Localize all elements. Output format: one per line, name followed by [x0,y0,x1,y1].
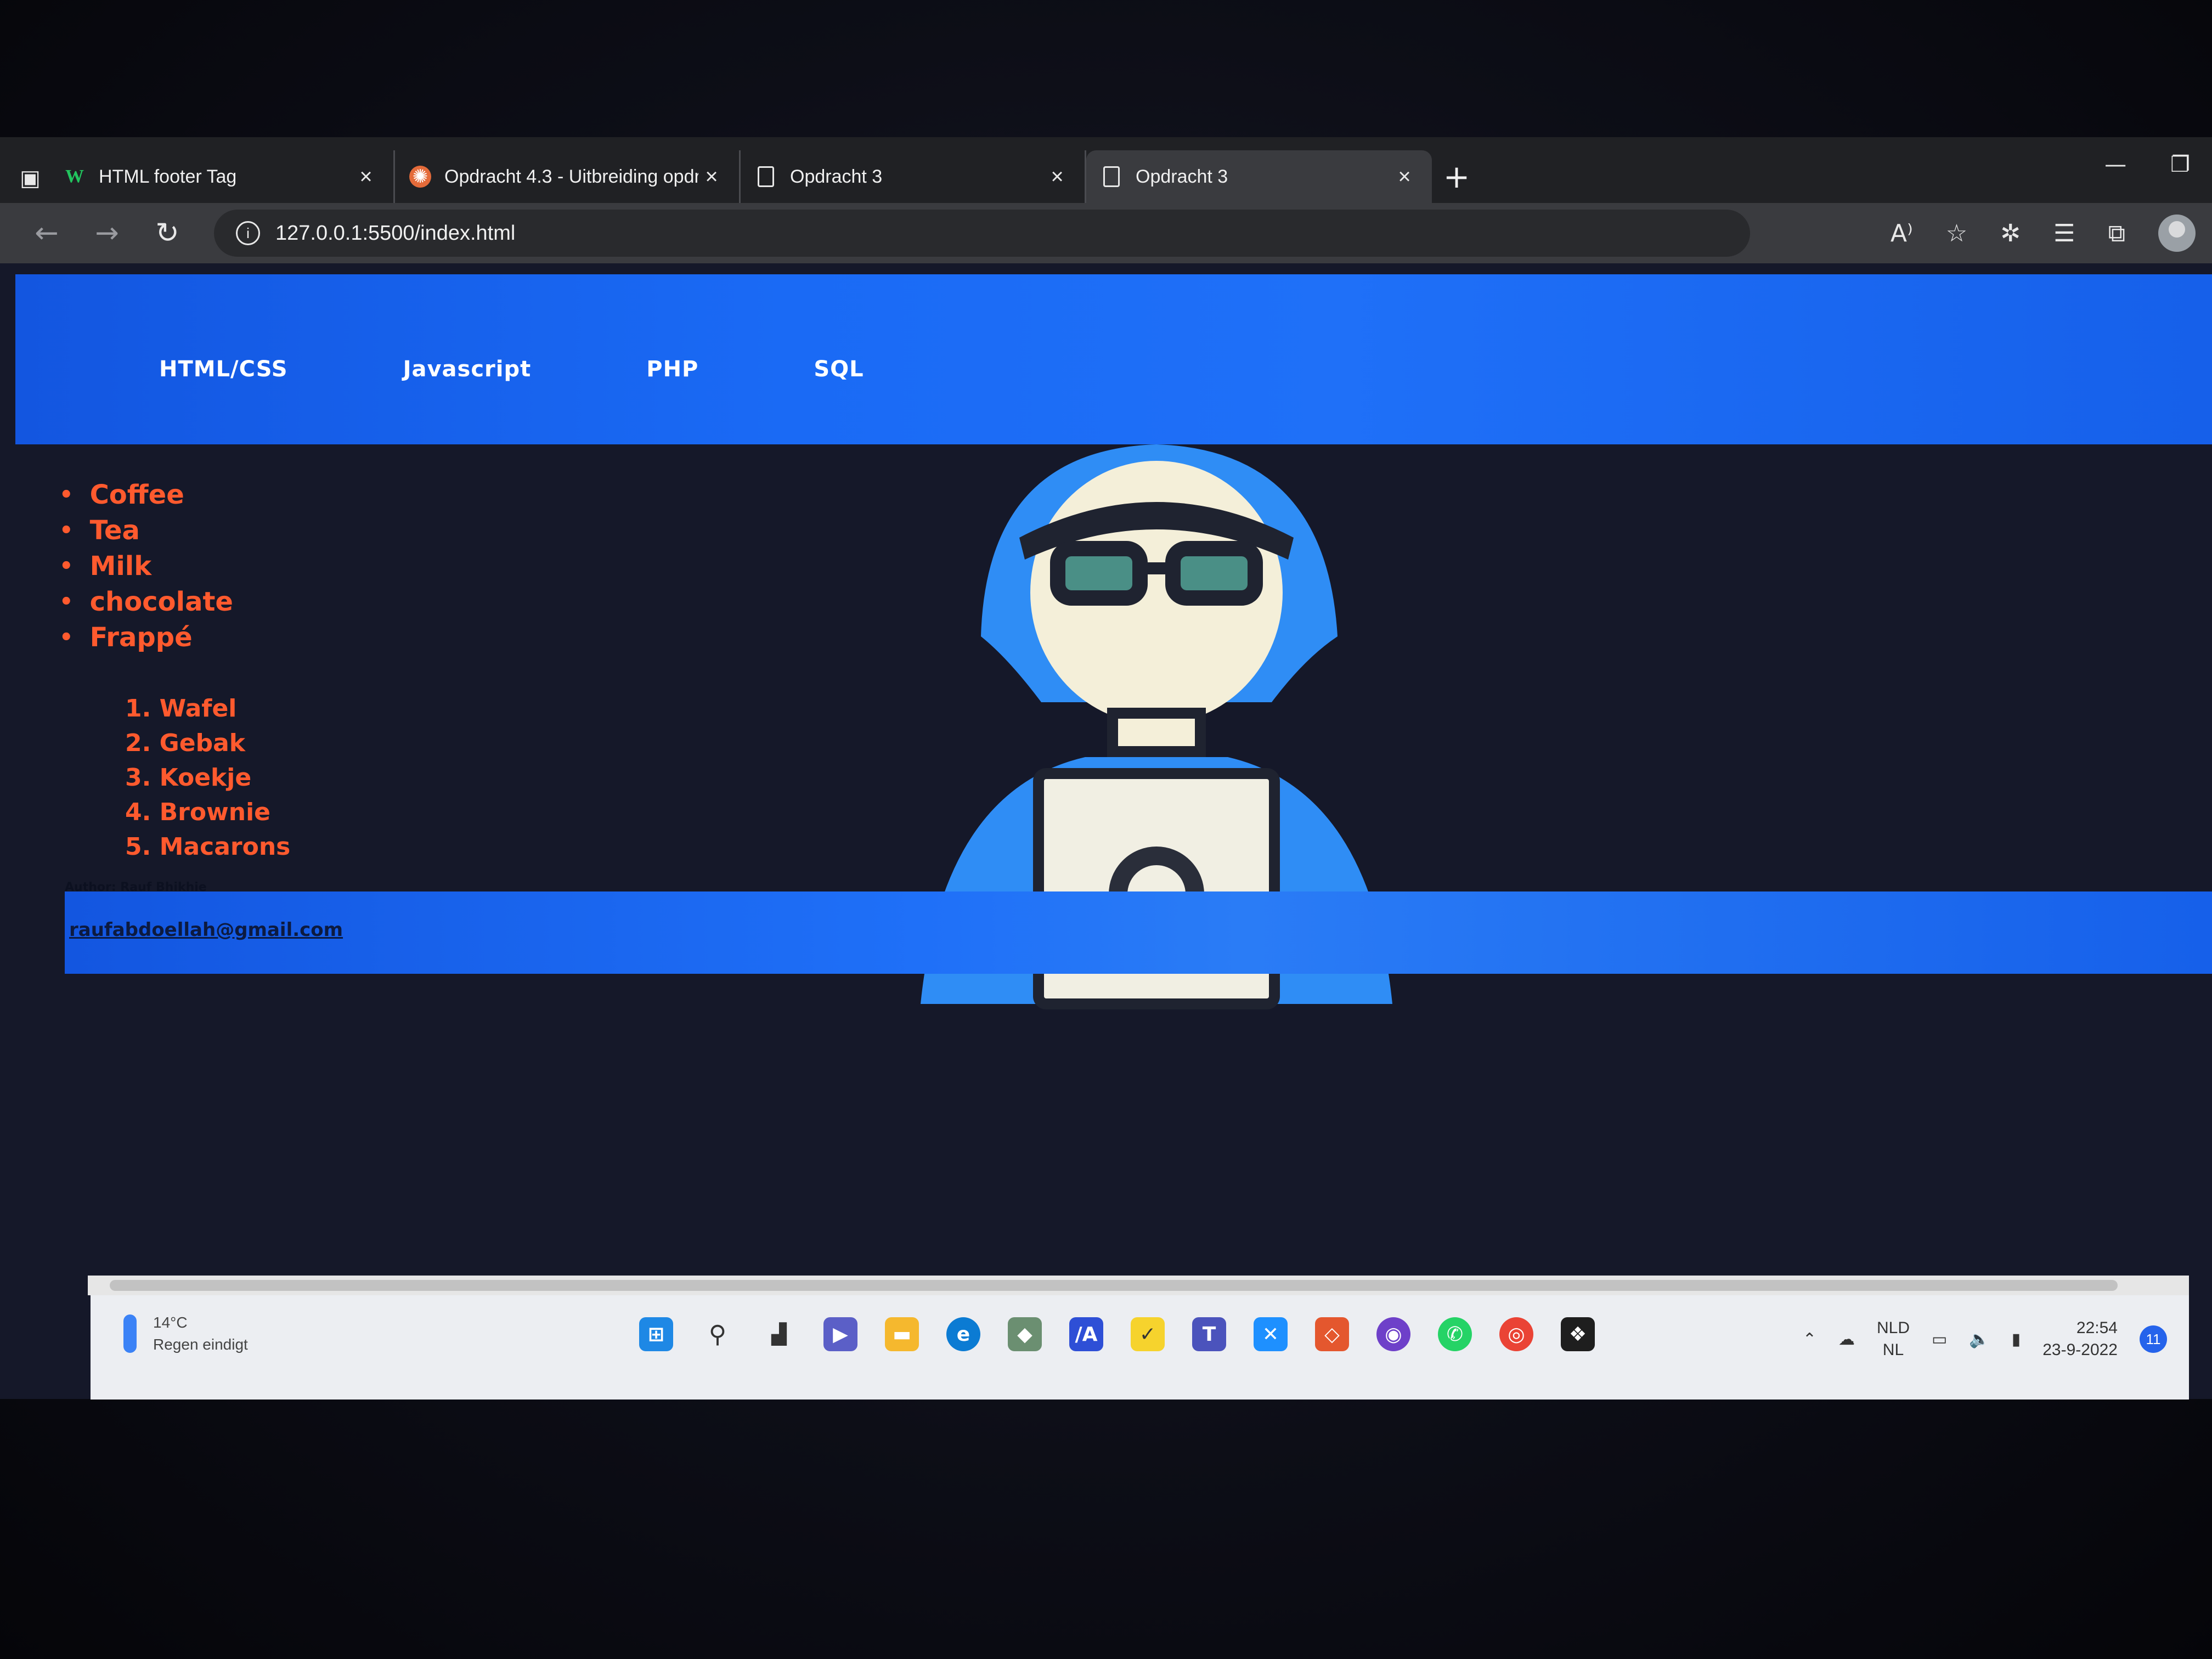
site-footer [65,891,2212,974]
teams-icon[interactable]: T [1192,1317,1226,1351]
horizontal-scrollbar[interactable] [88,1276,2189,1295]
hacker-illustration [921,444,1392,1009]
list-item: 5. Macarons [125,833,291,861]
list-item: 3. Koekje [125,764,252,792]
todo-icon[interactable]: ✓ [1131,1317,1165,1351]
tab-opdracht-3-active[interactable]: Opdracht 3 × [1086,150,1432,203]
snacks-list: 1. Wafel 2. Gebak 3. Koekje 4. Brownie 5… [125,691,290,864]
rain-icon [123,1314,137,1353]
w3schools-icon: W [65,166,84,187]
chrome-icon[interactable]: ◎ [1499,1317,1533,1351]
tab-title: HTML footer Tag [99,166,237,187]
clock-time: 22:54 [2076,1319,2118,1337]
favorites-icon[interactable]: ☰ [2053,219,2075,247]
close-icon[interactable]: × [1391,165,1418,189]
footer-email-link[interactable]: raufabdoellah@gmail.com [69,919,343,941]
site-nav: HTML/CSS Javascript PHP SQL [159,357,864,382]
address-bar[interactable]: i 127.0.0.1:5500/index.html [214,210,1750,257]
lang-top: NLD [1876,1319,1910,1337]
add-favorite-icon[interactable]: ☆ [1946,219,1967,247]
new-tab-button[interactable]: + [1432,150,1481,203]
nav-link-javascript[interactable]: Javascript [403,357,532,382]
taskbar-apps: ⊞ ⚲ ▟ ▶ ▬ e ◆ /A ✓ T ✕ ◇ ◉ ✆ ◎ ❖ [639,1317,1595,1351]
search-icon[interactable]: ⚲ [701,1317,735,1351]
url-text: 127.0.0.1:5500/index.html [275,221,516,245]
collections-icon[interactable]: ⧉ [2108,219,2125,247]
toolbar-icons: A⁾ ☆ ✲ ☰ ⧉ [1891,215,2196,252]
orange-logo-icon: ✺ [409,166,431,188]
system-tray: ⌃ ☁ NLD NL ▭ 🔈 ▮ 22:54 23-9-2022 11 [1803,1317,2167,1361]
footer-author: Author: Rauf Bhikhie [65,881,207,894]
list-item: Milk [59,549,233,584]
vscode-icon[interactable]: ✕ [1254,1317,1288,1351]
tab-title: Opdracht 4.3 - Uitbreiding opdra [444,166,698,187]
tab-title: Opdracht 3 [1136,166,1228,187]
list-item: Coffee [59,477,233,513]
drinks-list: Coffee Tea Milk chocolate Frappé [59,477,233,656]
chevron-up-icon[interactable]: ⌃ [1803,1330,1816,1349]
profile-avatar[interactable] [2158,215,2196,252]
app-cube-icon[interactable]: ◆ [1008,1317,1042,1351]
windows-taskbar: 14°C Regen eindigt ⊞ ⚲ ▟ ▶ ▬ e ◆ /A ✓ T … [91,1295,2189,1400]
scrollbar-thumb[interactable] [110,1280,2118,1291]
close-icon[interactable]: × [1044,165,1070,189]
extensions-icon[interactable]: ✲ [2000,219,2021,247]
browser-tab-bar: ▣ W HTML footer Tag × ✺ Opdracht 4.3 - U… [0,137,2212,203]
forward-icon[interactable]: → [77,206,137,261]
network-error-icon[interactable]: ☁ [1838,1330,1855,1349]
clock-date: 23-9-2022 [2042,1341,2118,1359]
list-item: chocolate [59,584,233,620]
app-ms-icon[interactable]: /A [1069,1317,1103,1351]
web-page: HTML/CSS Javascript PHP SQL Coffee Tea M… [15,263,2212,1278]
info-icon[interactable]: i [236,221,260,245]
list-item: Frappé [59,620,233,656]
list-item: Tea [59,513,233,549]
chat-icon[interactable]: ▶ [823,1317,857,1351]
close-icon[interactable]: × [698,165,725,189]
browser-toolbar: ← → ↻ i 127.0.0.1:5500/index.html A⁾ ☆ ✲… [0,203,2212,263]
tab-html-footer[interactable]: W HTML footer Tag × [49,150,395,203]
weather-widget[interactable]: 14°C Regen eindigt [123,1312,248,1356]
list-item: 2. Gebak [125,729,246,757]
battery-icon[interactable]: ▮ [2012,1330,2021,1349]
windows-start-icon[interactable]: ⊞ [639,1317,673,1351]
weather-desc: Regen eindigt [153,1336,248,1353]
restore-icon[interactable]: ❐ [2170,152,2190,177]
list-item: 1. Wafel [125,695,237,723]
nav-link-html-css[interactable]: HTML/CSS [159,357,288,382]
language-indicator[interactable]: NLD NL [1877,1317,1910,1361]
lang-bottom: NL [1882,1341,1904,1359]
github-icon[interactable]: ◉ [1376,1317,1410,1351]
window-controls: — ❐ [2104,137,2190,192]
clock[interactable]: 22:54 23-9-2022 [2042,1317,2118,1361]
read-aloud-icon[interactable]: A⁾ [1891,219,1913,247]
tab-actions-icon[interactable]: ▣ [11,154,49,203]
document-icon [1101,166,1122,188]
nav-link-php[interactable]: PHP [646,357,698,382]
volume-icon[interactable]: 🔈 [1969,1330,1989,1349]
task-view-icon[interactable]: ▟ [762,1317,796,1351]
back-icon[interactable]: ← [16,206,77,261]
notification-badge[interactable]: 11 [2140,1325,2167,1353]
document-icon [755,166,777,188]
file-explorer-icon[interactable]: ▬ [885,1317,919,1351]
minimize-icon[interactable]: — [2104,152,2126,177]
reload-icon[interactable]: ↻ [137,206,198,261]
list-item: 4. Brownie [125,798,271,826]
git-icon[interactable]: ◇ [1315,1317,1349,1351]
figma-icon[interactable]: ❖ [1561,1317,1595,1351]
display-icon[interactable]: ▭ [1932,1330,1947,1349]
tab-opdracht-3[interactable]: Opdracht 3 × [741,150,1086,203]
edge-icon[interactable]: e [946,1317,980,1351]
whatsapp-icon[interactable]: ✆ [1438,1317,1472,1351]
close-icon[interactable]: × [353,165,379,189]
weather-temp: 14°C [153,1314,188,1331]
tab-opdracht-4-3[interactable]: ✺ Opdracht 4.3 - Uitbreiding opdra × [395,150,741,203]
tab-title: Opdracht 3 [790,166,883,187]
